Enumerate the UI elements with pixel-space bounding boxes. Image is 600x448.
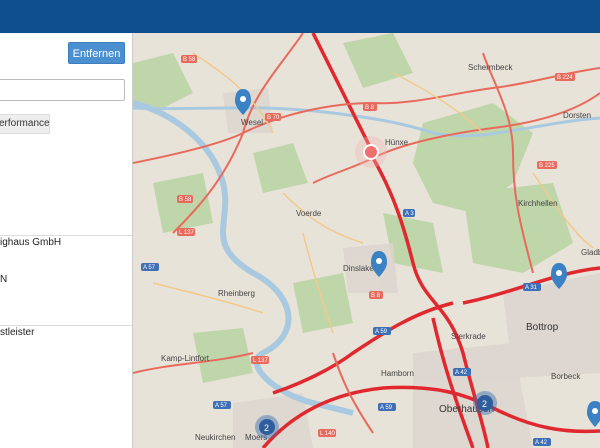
town-label: Kamp-Lintfort xyxy=(161,354,210,363)
town-label: Neukirchen xyxy=(195,433,235,442)
svg-text:B 225: B 225 xyxy=(539,163,555,169)
urban-areas xyxy=(223,88,600,448)
town-label: Borbeck xyxy=(551,372,581,381)
svg-text:A 42: A 42 xyxy=(535,440,548,446)
map-view[interactable]: B 58 B 8 B 224 B 225 B 70 L 137 L 137 A … xyxy=(133,33,600,448)
svg-text:2: 2 xyxy=(482,399,487,409)
svg-text:B 70: B 70 xyxy=(267,115,280,121)
svg-text:A 57: A 57 xyxy=(143,265,156,271)
town-label: Wesel xyxy=(241,118,263,127)
divider xyxy=(0,325,132,326)
result-item-2[interactable]: stleister xyxy=(0,327,34,338)
svg-text:B 8: B 8 xyxy=(371,293,381,299)
top-bar xyxy=(0,0,600,33)
town-label: Kirchhellen xyxy=(518,199,558,208)
side-panel: Entfernen erformance ighaus GmbH N stlei… xyxy=(0,33,133,448)
cluster-marker[interactable]: 2 xyxy=(255,415,279,439)
svg-text:2: 2 xyxy=(264,423,269,433)
svg-text:A 42: A 42 xyxy=(455,370,468,376)
svg-text:L 140: L 140 xyxy=(320,431,335,437)
town-label: Voerde xyxy=(296,209,322,218)
svg-text:A 3: A 3 xyxy=(405,211,414,217)
town-label: Hünxe xyxy=(385,138,409,147)
svg-text:B 8: B 8 xyxy=(365,105,375,111)
pin-icon[interactable] xyxy=(587,401,600,427)
svg-text:L 137: L 137 xyxy=(253,358,268,364)
search-input[interactable] xyxy=(0,79,125,101)
town-label: Sterkrade xyxy=(451,332,486,341)
current-location-marker[interactable] xyxy=(355,136,387,168)
result-item-1[interactable]: ighaus GmbH xyxy=(0,237,61,248)
svg-text:B 224: B 224 xyxy=(557,75,573,81)
divider xyxy=(0,235,132,236)
remove-button[interactable]: Entfernen xyxy=(68,42,125,64)
svg-text:A 31: A 31 xyxy=(525,285,538,291)
town-label: Rheinberg xyxy=(218,289,255,298)
svg-text:B 58: B 58 xyxy=(179,197,192,203)
town-label: Schermbeck xyxy=(468,63,513,72)
svg-text:A 59: A 59 xyxy=(380,405,393,411)
svg-text:B 58: B 58 xyxy=(183,57,196,63)
filter-tag[interactable]: erformance xyxy=(0,114,50,134)
town-label: Bottrop xyxy=(526,322,559,333)
svg-text:A 57: A 57 xyxy=(215,403,228,409)
result-item-1-sub: N xyxy=(0,274,8,285)
town-label: Dorsten xyxy=(563,111,591,120)
svg-text:L 137: L 137 xyxy=(179,230,194,236)
svg-text:A 59: A 59 xyxy=(375,329,388,335)
cluster-marker[interactable]: 2 xyxy=(473,391,497,415)
town-label: Hamborn xyxy=(381,369,414,378)
town-label: Gladbeck xyxy=(581,248,600,257)
